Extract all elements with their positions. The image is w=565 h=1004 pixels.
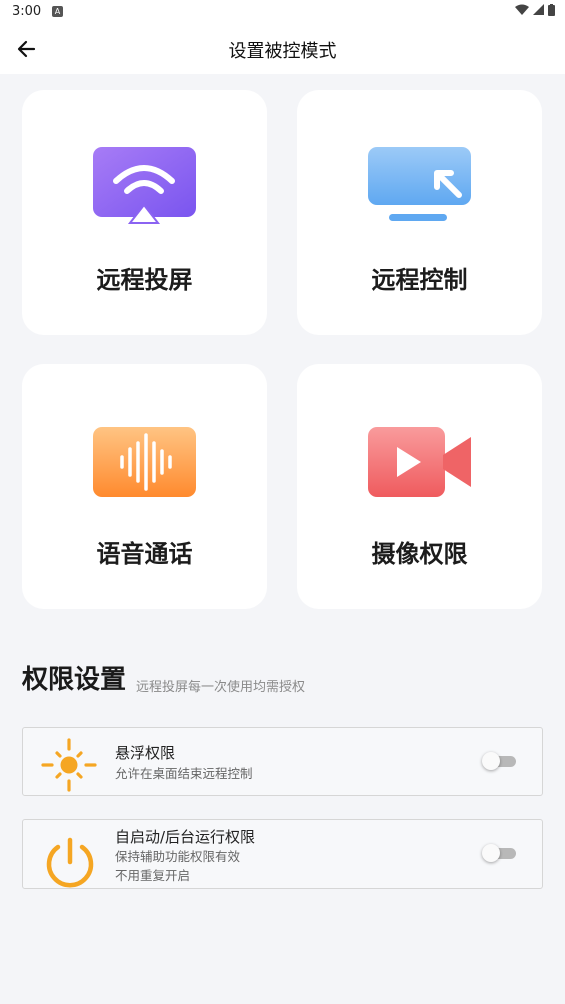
remote-cast-card[interactable]: 远程投屏 — [22, 90, 267, 335]
status-bar: 3:00 A — [0, 0, 565, 24]
permission-floating: 悬浮权限 允许在桌面结束远程控制 — [22, 727, 543, 796]
status-time: 3:00 — [12, 4, 42, 19]
toggle-knob — [482, 844, 500, 862]
screen-cast-icon — [93, 147, 196, 224]
permission-autostart-title: 自启动/后台运行权限 — [115, 828, 256, 846]
signal-icon — [533, 4, 544, 15]
camera-icon — [368, 427, 471, 497]
toggle-knob — [482, 752, 500, 770]
power-icon — [46, 837, 94, 888]
permission-floating-desc: 允许在桌面结束远程控制 — [115, 766, 253, 781]
app-bar: 设置被控模式 — [0, 24, 565, 74]
system-icons — [515, 4, 555, 16]
remote-control-icon — [368, 147, 471, 221]
permissions-title: 权限设置 — [22, 665, 127, 695]
page-title: 设置被控模式 — [228, 41, 337, 62]
card-label-remote-cast: 远程投屏 — [96, 266, 193, 294]
voice-call-card[interactable]: 语音通话 — [22, 364, 267, 609]
wifi-icon — [515, 4, 529, 15]
camera-card[interactable]: 摄像权限 — [297, 364, 542, 609]
permission-autostart-desc-2: 不用重复开启 — [115, 868, 191, 883]
permission-autostart: 自启动/后台运行权限 保持辅助功能权限有效 不用重复开启 — [22, 819, 543, 889]
card-label-remote-control: 远程控制 — [371, 266, 468, 294]
permissions-subtitle: 远程投屏每一次使用均需授权 — [136, 680, 306, 695]
card-label-camera: 摄像权限 — [371, 540, 468, 568]
permission-autostart-desc: 保持辅助功能权限有效 — [115, 849, 241, 864]
battery-icon — [548, 4, 555, 16]
permission-floating-title: 悬浮权限 — [115, 744, 176, 762]
sun-icon — [41, 738, 97, 792]
voice-call-icon — [93, 427, 196, 497]
floating-permission-toggle[interactable] — [482, 751, 516, 771]
notification-icon: A — [52, 6, 63, 17]
autostart-permission-toggle[interactable] — [482, 843, 516, 863]
card-label-voice-call: 语音通话 — [96, 540, 193, 568]
remote-control-card[interactable]: 远程控制 — [297, 90, 542, 335]
